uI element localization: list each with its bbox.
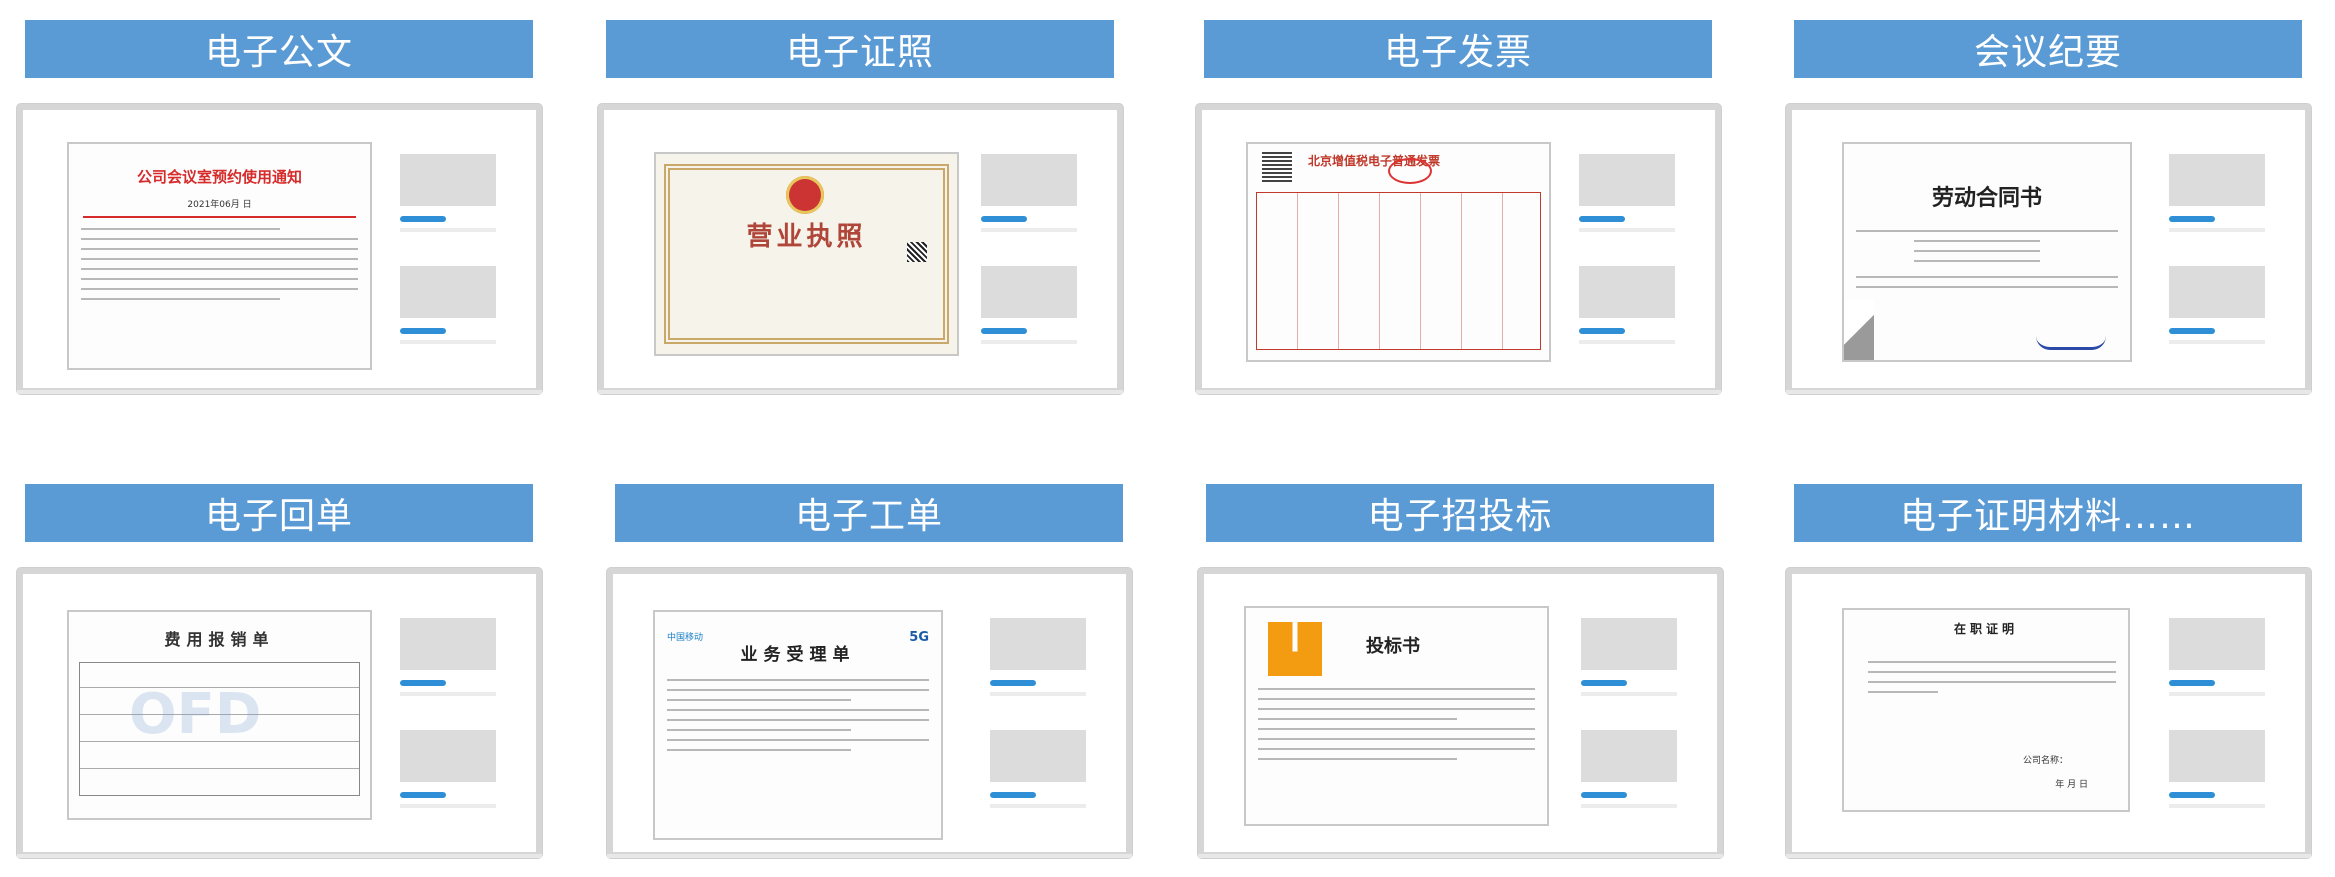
divider: [83, 216, 356, 218]
card-title: 电子工单: [615, 484, 1123, 542]
company-logo-icon: [1268, 622, 1322, 676]
document-thumbnail: 劳动合同书: [1842, 142, 2132, 362]
placeholder-column: [1581, 618, 1677, 808]
placeholder-column: [400, 618, 496, 808]
preview-frame: 费用报销单 OFD: [17, 568, 542, 858]
card-title: 电子公文: [25, 20, 533, 78]
qr-code-icon: [907, 242, 927, 262]
placeholder-column: [2169, 154, 2265, 344]
5g-badge: 5G: [909, 630, 929, 645]
document-thumbnail: 中国移动 5G 业务受理单: [653, 610, 943, 840]
preview-frame: 营业执照: [598, 104, 1123, 394]
card-title: 电子证明材料……: [1794, 484, 2302, 542]
document-date: 2021年06月 日: [187, 200, 252, 210]
signature-label: 公司名称：: [2022, 756, 2068, 766]
card-title: 电子回单: [25, 484, 533, 542]
placeholder-column: [990, 618, 1086, 808]
page-curl-icon: [1844, 300, 1874, 360]
preview-frame: 劳动合同书: [1786, 104, 2311, 394]
card-title: 电子招投标: [1206, 484, 1714, 542]
document-heading: 劳动合同书: [1931, 185, 2042, 211]
placeholder-column: [981, 154, 1077, 344]
ofd-watermark: OFD: [129, 682, 262, 747]
document-type-grid: 电子公文 公司会议室预约使用通知 2021年06月 日 电子证照 营业执照 电子…: [0, 0, 2335, 877]
document-thumbnail: 北京增值税电子普通发票: [1246, 142, 1551, 362]
china-mobile-logo: 中国移动: [667, 633, 704, 643]
date-label: 年 月 日: [2055, 780, 2088, 790]
document-heading: 投标书: [1366, 636, 1420, 657]
placeholder-column: [400, 154, 496, 344]
preview-frame: 投标书: [1198, 568, 1723, 858]
card-title: 会议纪要: [1794, 20, 2302, 78]
preview-frame: 北京增值税电子普通发票: [1196, 104, 1721, 394]
card-title: 电子证照: [606, 20, 1114, 78]
placeholder-column: [2169, 618, 2265, 808]
document-heading: 公司会议室预约使用通知: [136, 168, 302, 186]
signature-icon: [2036, 336, 2106, 350]
document-heading: 在职证明: [1953, 622, 2018, 636]
document-thumbnail: 投标书: [1244, 606, 1549, 826]
placeholder-column: [1579, 154, 1675, 344]
document-thumbnail: 公司会议室预约使用通知 2021年06月 日: [67, 142, 372, 370]
document-heading: 业务受理单: [740, 645, 856, 665]
preview-frame: 中国移动 5G 业务受理单: [607, 568, 1132, 858]
seal-icon: [1388, 158, 1432, 184]
qr-code-icon: [1262, 152, 1292, 182]
preview-frame: 公司会议室预约使用通知 2021年06月 日: [17, 104, 542, 394]
preview-frame: 在职证明 公司名称： 年 月 日: [1786, 568, 2311, 858]
document-thumbnail: 在职证明 公司名称： 年 月 日: [1842, 608, 2130, 812]
national-emblem-icon: [786, 176, 824, 214]
document-thumbnail: 营业执照: [654, 152, 959, 356]
document-thumbnail: 费用报销单 OFD: [67, 610, 372, 820]
card-title: 电子发票: [1204, 20, 1712, 78]
document-heading: 费用报销单: [164, 630, 275, 649]
